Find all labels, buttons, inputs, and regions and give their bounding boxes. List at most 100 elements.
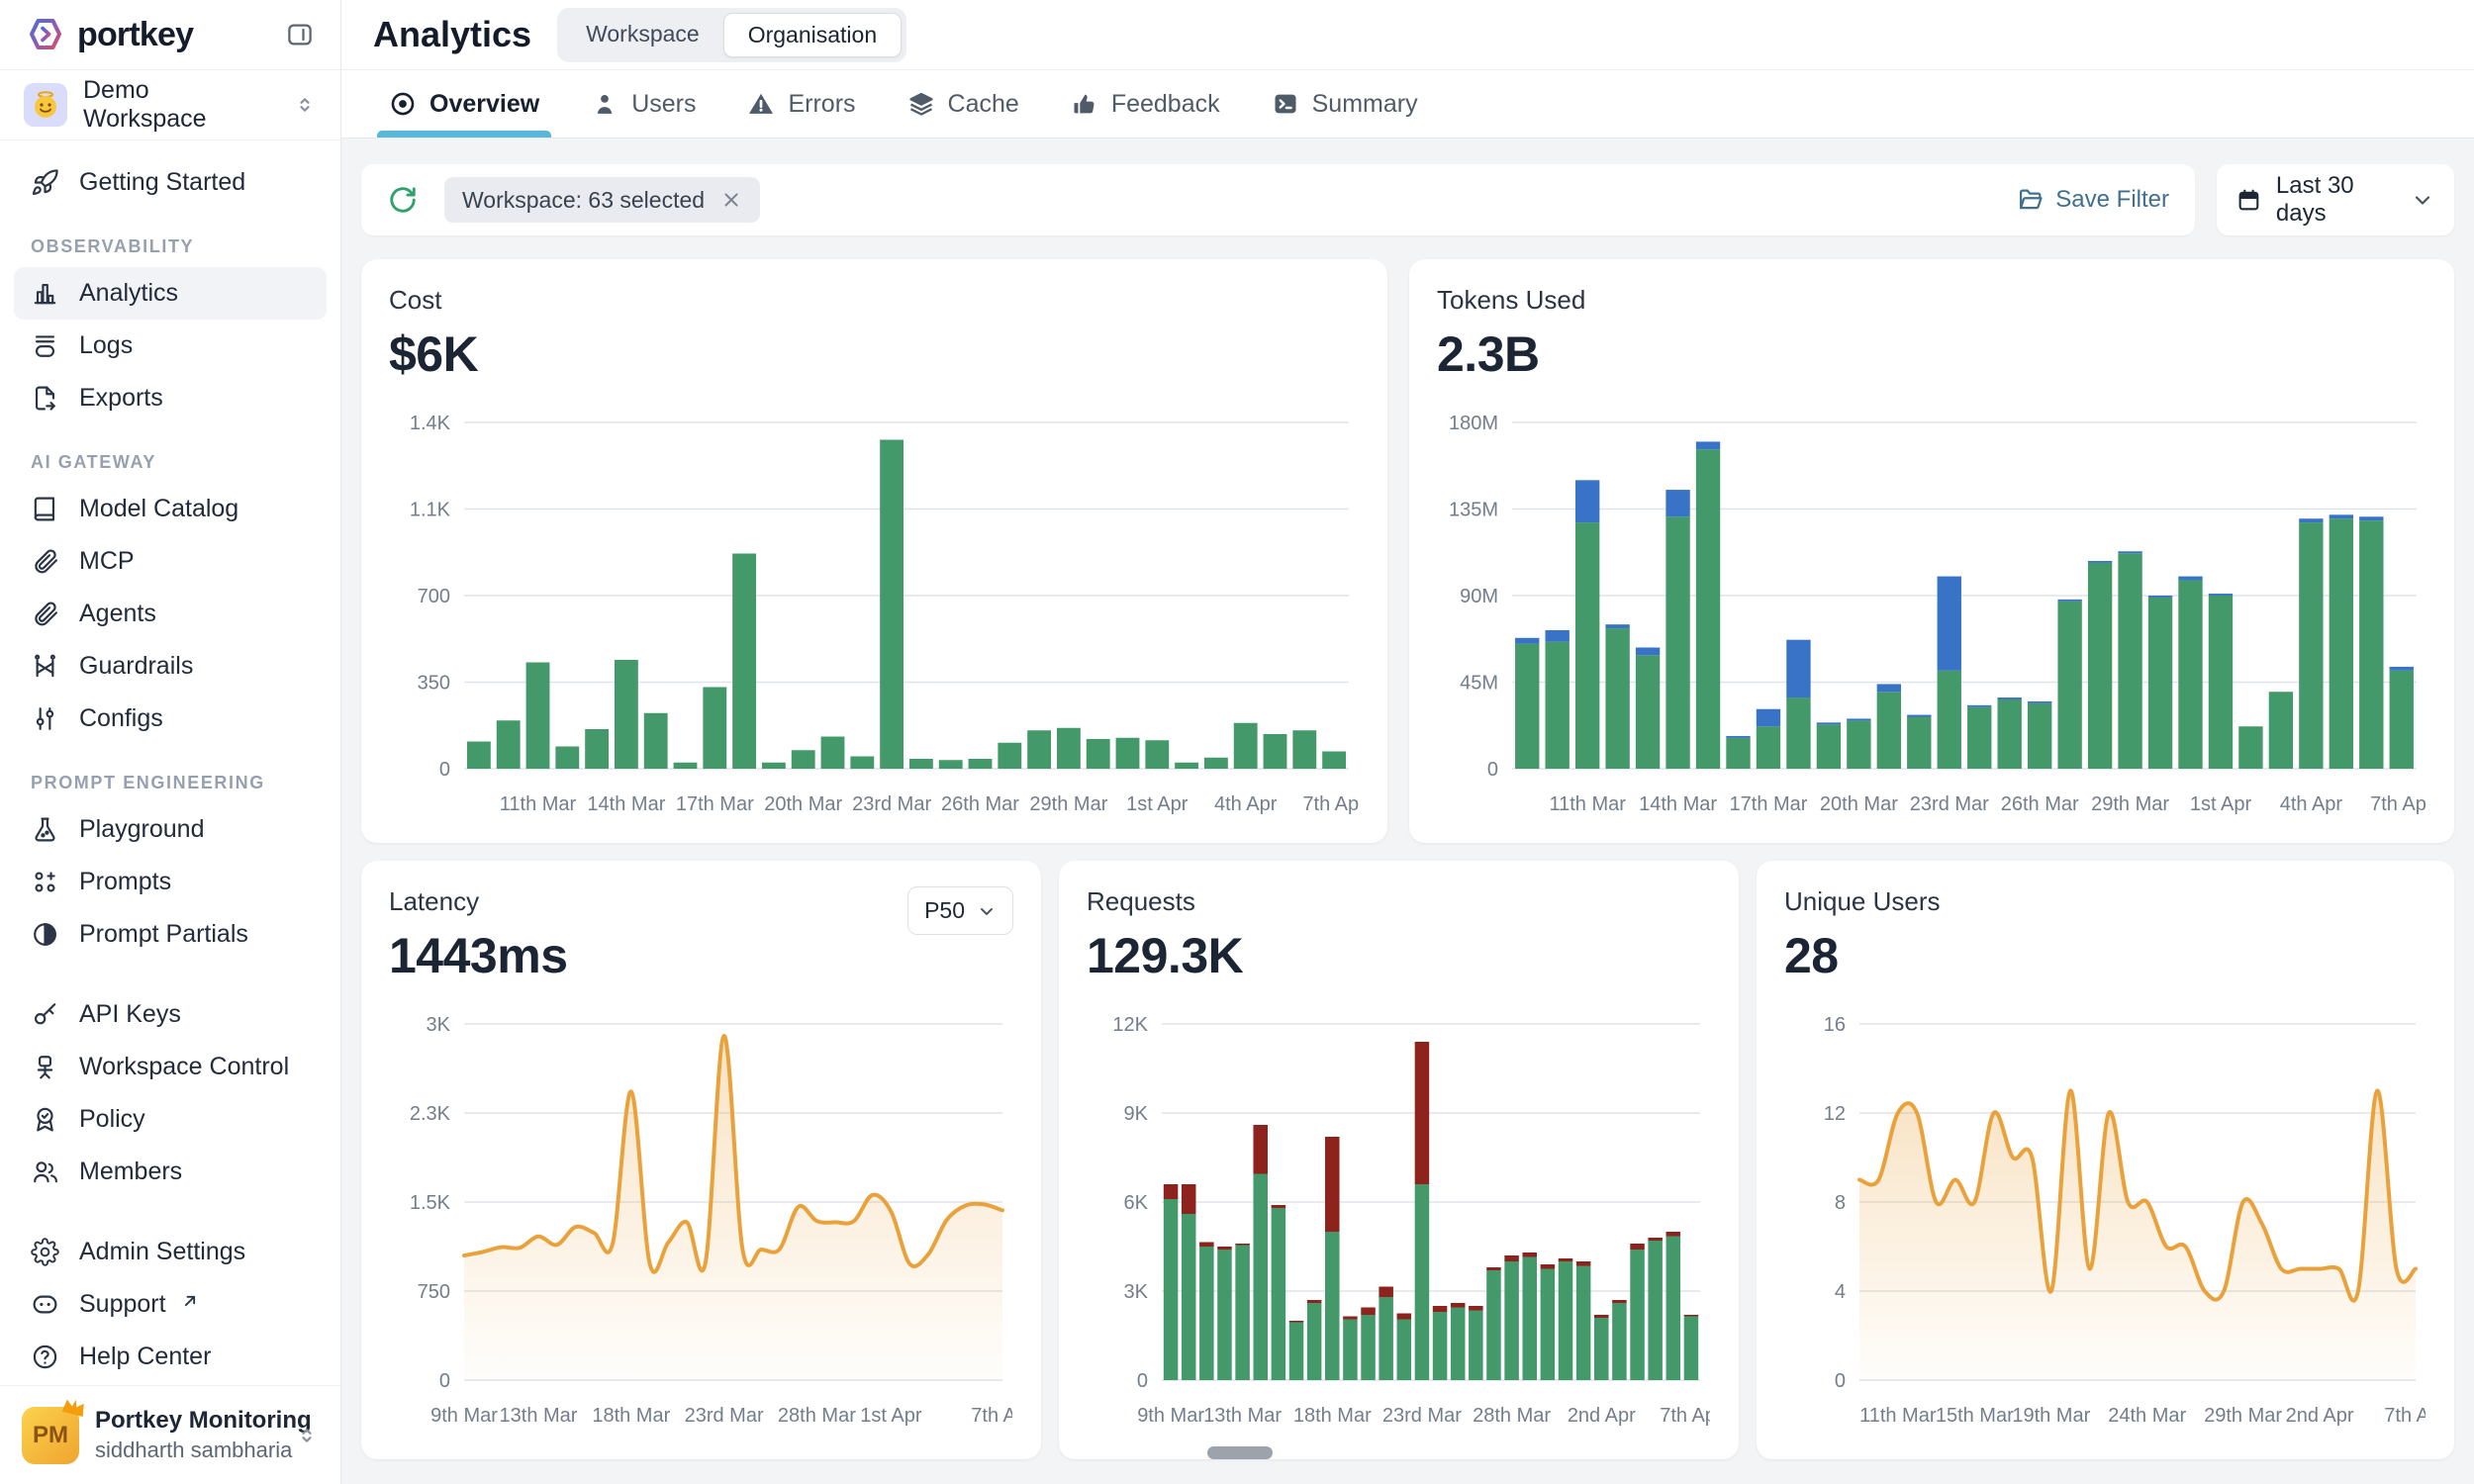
- svg-text:9th Mar: 9th Mar: [1137, 1405, 1204, 1427]
- workspace-filter-chip[interactable]: Workspace: 63 selected: [444, 177, 760, 223]
- svg-text:0: 0: [1835, 1370, 1846, 1392]
- tab-label: Cache: [948, 90, 1019, 119]
- tokens-bar-chart: 180M135M90M45M011th Mar14th Mar17th Mar2…: [1437, 409, 2426, 824]
- svg-text:16: 16: [1824, 1014, 1846, 1036]
- toggle-option-organisation[interactable]: Organisation: [723, 13, 902, 57]
- svg-text:19th Mar: 19th Mar: [2012, 1405, 2090, 1427]
- svg-text:1st Apr: 1st Apr: [860, 1405, 922, 1427]
- nav-divider-gap: [14, 961, 327, 988]
- sidebar-item-label: Admin Settings: [79, 1238, 245, 1266]
- tab-users[interactable]: Users: [575, 70, 712, 138]
- sidebar-collapse-icon[interactable]: [285, 20, 315, 49]
- latency-chart: 3K2.3K1.5K75009th Mar13th Mar18th Mar23r…: [389, 1010, 1013, 1440]
- sidebar-item-api-keys[interactable]: API Keys: [14, 988, 327, 1041]
- svg-text:0: 0: [439, 1370, 450, 1392]
- sidebar-item-getting-started[interactable]: Getting Started: [14, 156, 327, 209]
- sidebar-item-prompts[interactable]: Prompts: [14, 856, 327, 908]
- svg-text:13th Mar: 13th Mar: [500, 1405, 578, 1427]
- svg-text:135M: 135M: [1449, 500, 1498, 521]
- svg-text:29th Mar: 29th Mar: [2204, 1405, 2282, 1427]
- card-title: Cost: [389, 285, 1360, 316]
- svg-text:13th Mar: 13th Mar: [1203, 1405, 1282, 1427]
- sidebar-item-model-catalog[interactable]: Model Catalog: [14, 483, 327, 535]
- svg-text:1.4K: 1.4K: [410, 413, 451, 434]
- cost-card: Cost $6K 1.4K1.1K700350011th Mar14th Mar…: [361, 259, 1387, 843]
- svg-text:700: 700: [418, 586, 450, 607]
- card-title: Tokens Used: [1437, 285, 2426, 316]
- account-selector[interactable]: PM Portkey Monitoring siddharth sambhari…: [0, 1385, 340, 1484]
- svg-text:18th Mar: 18th Mar: [592, 1405, 670, 1427]
- tab-summary[interactable]: Summary: [1256, 70, 1434, 138]
- svg-text:18th Mar: 18th Mar: [1293, 1405, 1372, 1427]
- svg-text:3K: 3K: [1124, 1281, 1149, 1303]
- tab-bar: Overview Users Errors: [341, 69, 2474, 139]
- svg-text:11th Mar: 11th Mar: [1859, 1405, 1937, 1427]
- sidebar-item-exports[interactable]: Exports: [14, 372, 327, 424]
- tab-overview[interactable]: Overview: [373, 70, 555, 138]
- chevron-down-icon: [977, 901, 997, 921]
- tab-feedback[interactable]: Feedback: [1055, 70, 1236, 138]
- save-filter-button[interactable]: Save Filter: [2017, 186, 2177, 214]
- cost-chart: 1.4K1.1K700350011th Mar14th Mar17th Mar2…: [389, 409, 1360, 829]
- svg-text:180M: 180M: [1449, 413, 1498, 434]
- chair-icon: [31, 1053, 59, 1081]
- page-title: Analytics: [373, 14, 531, 55]
- percentile-value: P50: [924, 897, 965, 924]
- sidebar-item-playground[interactable]: Playground: [14, 803, 327, 856]
- date-range-button[interactable]: Last 30 days: [2217, 164, 2454, 235]
- percentile-select[interactable]: P50: [907, 886, 1013, 935]
- refresh-button[interactable]: [379, 176, 427, 224]
- horizontal-scrollbar-thumb[interactable]: [1207, 1446, 1273, 1459]
- sidebar-item-analytics[interactable]: Analytics: [14, 267, 327, 320]
- sidebar-item-admin-settings[interactable]: Admin Settings: [14, 1226, 327, 1278]
- layers-icon: [907, 90, 935, 118]
- sidebar-item-prompt-partials[interactable]: Prompt Partials: [14, 908, 327, 961]
- svg-text:26th Mar: 26th Mar: [941, 793, 1019, 815]
- svg-text:26th Mar: 26th Mar: [2001, 793, 2079, 815]
- toggle-option-workspace[interactable]: Workspace: [562, 13, 723, 57]
- sidebar-item-label: Workspace Control: [79, 1053, 289, 1081]
- latency-card-head: Latency 1443ms P50: [389, 886, 1013, 984]
- workspace-selector[interactable]: Demo Workspace: [0, 69, 340, 140]
- question-circle-icon: [31, 1343, 59, 1371]
- svg-text:0: 0: [1487, 759, 1498, 781]
- svg-text:20th Mar: 20th Mar: [764, 793, 842, 815]
- svg-text:1st Apr: 1st Apr: [2190, 793, 2252, 815]
- svg-text:2nd Apr: 2nd Apr: [2286, 1405, 2354, 1427]
- account-avatar: PM: [22, 1407, 79, 1464]
- svg-text:750: 750: [418, 1281, 450, 1303]
- sidebar-item-agents[interactable]: Agents: [14, 588, 327, 640]
- tab-label: Users: [631, 90, 696, 119]
- latency-line-chart: 3K2.3K1.5K75009th Mar13th Mar18th Mar23r…: [389, 1010, 1012, 1436]
- close-icon[interactable]: [720, 189, 742, 211]
- sidebar-item-label: Logs: [79, 331, 133, 360]
- sidebar-item-workspace-control[interactable]: Workspace Control: [14, 1041, 327, 1093]
- tab-label: Errors: [788, 90, 855, 119]
- sidebar-item-configs[interactable]: Configs: [14, 693, 327, 745]
- tab-errors[interactable]: Errors: [731, 70, 871, 138]
- requests-chart: 12K9K6K3K09th Mar13th Mar18th Mar23rd Ma…: [1087, 1010, 1711, 1440]
- sidebar-item-mcp[interactable]: MCP: [14, 535, 327, 588]
- key-icon: [31, 1000, 59, 1029]
- svg-text:3K: 3K: [427, 1014, 451, 1036]
- sidebar-item-members[interactable]: Members: [14, 1146, 327, 1198]
- svg-text:28th Mar: 28th Mar: [778, 1405, 856, 1427]
- sidebar-item-guardrails[interactable]: Guardrails: [14, 640, 327, 693]
- portkey-logo[interactable]: portkey: [26, 15, 193, 54]
- tab-label: Feedback: [1111, 90, 1220, 119]
- tab-label: Overview: [429, 90, 539, 119]
- svg-text:28th Mar: 28th Mar: [1473, 1405, 1551, 1427]
- sidebar-item-label: Playground: [79, 815, 204, 844]
- sidebar-item-policy[interactable]: Policy: [14, 1093, 327, 1146]
- user-name: siddharth sambharia: [95, 1438, 279, 1463]
- tab-cache[interactable]: Cache: [892, 70, 1035, 138]
- sidebar-item-label: Getting Started: [79, 168, 245, 197]
- sidebar-item-support[interactable]: Support: [14, 1278, 327, 1331]
- unique-users-total: 28: [1784, 927, 2426, 984]
- svg-text:8: 8: [1835, 1192, 1846, 1214]
- sidebar-item-label: Prompts: [79, 868, 171, 896]
- sidebar-item-help-center[interactable]: Help Center: [14, 1331, 327, 1383]
- user-icon: [591, 90, 618, 118]
- sidebar-item-logs[interactable]: Logs: [14, 320, 327, 372]
- svg-text:15th Mar: 15th Mar: [1936, 1405, 2014, 1427]
